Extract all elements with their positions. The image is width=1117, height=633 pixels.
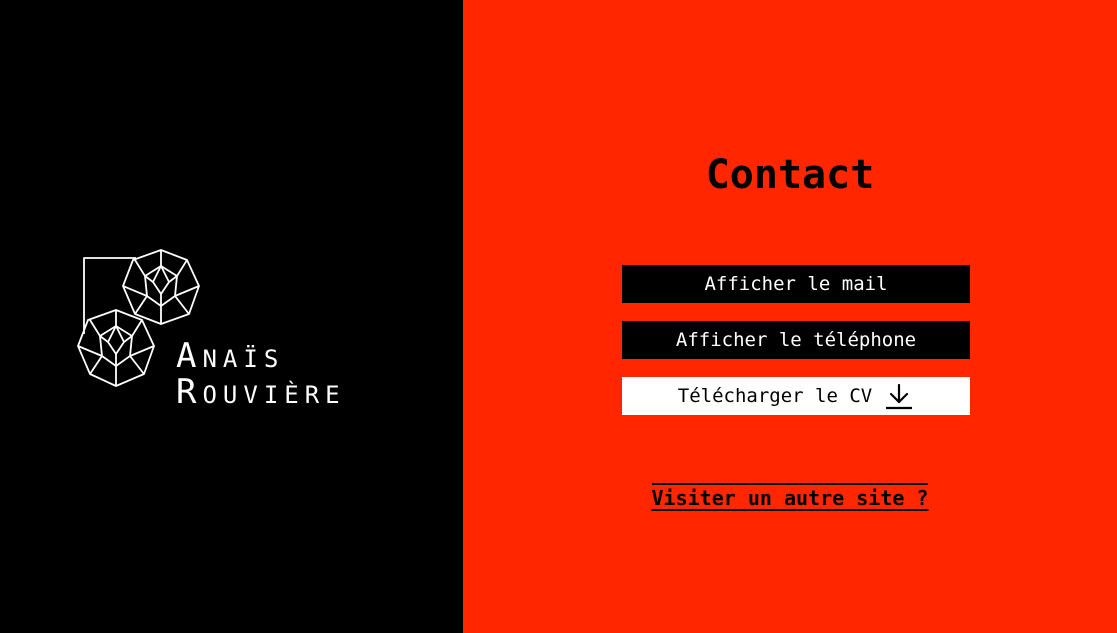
download-cv-button[interactable]: Télécharger le CV [622, 377, 970, 415]
brand-panel: Anaïs Rouvière [0, 0, 463, 633]
logo[interactable]: Anaïs Rouvière [76, 246, 386, 416]
brand-name: Anaïs Rouvière [176, 338, 346, 410]
download-cv-label: Télécharger le CV [677, 385, 873, 407]
brand-name-last: Rouvière [176, 372, 346, 412]
show-mail-button[interactable]: Afficher le mail [622, 265, 970, 303]
show-phone-label: Afficher le téléphone [675, 329, 917, 351]
show-mail-label: Afficher le mail [704, 273, 888, 295]
brand-name-first: Anaïs [176, 336, 285, 376]
contact-panel: Contact Afficher le mail Afficher le tél… [463, 0, 1117, 633]
visit-other-site-link[interactable]: Visiter un autre site ? [463, 483, 1117, 510]
page-title: Contact [705, 152, 875, 198]
page: Anaïs Rouvière Contact Afficher le mail … [0, 0, 1117, 633]
show-phone-button[interactable]: Afficher le téléphone [622, 321, 970, 359]
visit-other-site-label: Visiter un autre site ? [651, 483, 929, 510]
download-arrow-icon [884, 381, 914, 411]
